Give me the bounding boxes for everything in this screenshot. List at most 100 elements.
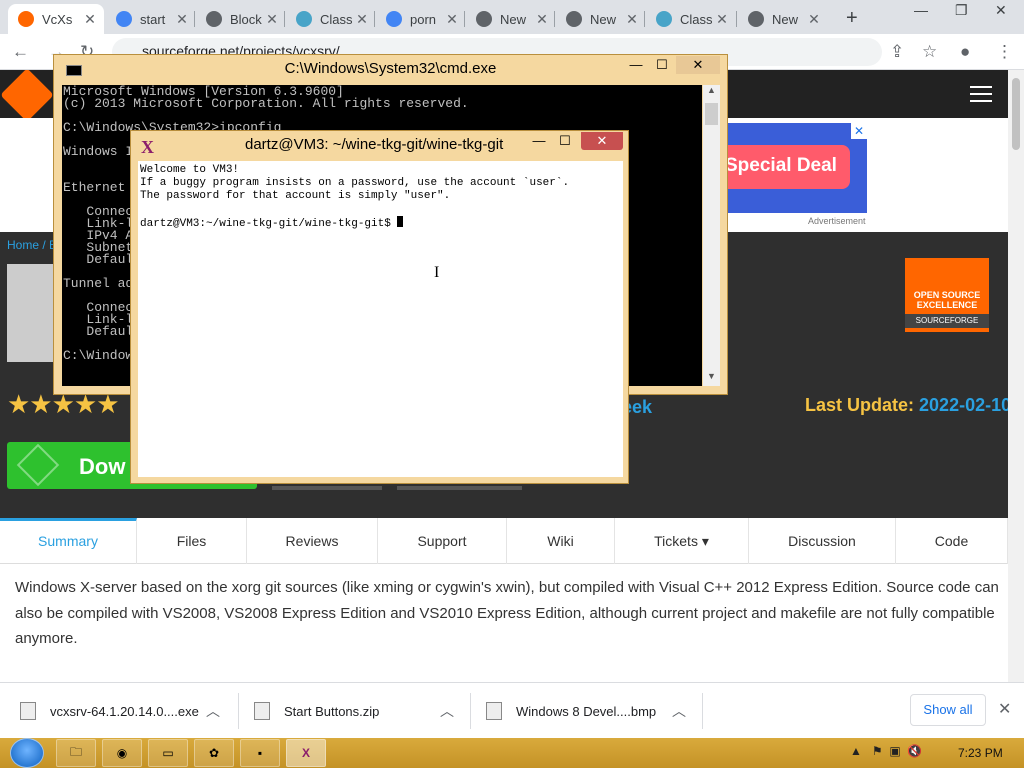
download-item[interactable]: vcxsrv-64.1.20.14.0....exe ︿ xyxy=(20,683,220,739)
browser-tab[interactable]: VcXs ✕ xyxy=(8,4,104,34)
system-tray: ▲ ⚑ ▣ 🔇 xyxy=(850,744,922,758)
divider xyxy=(470,693,471,729)
badge-line2: EXCELLENCE xyxy=(916,300,978,310)
terminal-output[interactable]: Welcome to VM3! If a buggy program insist… xyxy=(138,161,623,477)
browser-tab[interactable]: Class ✕ xyxy=(646,4,736,34)
tab-favicon-icon xyxy=(386,11,402,27)
tab-close-icon[interactable]: ✕ xyxy=(624,11,640,28)
ad-close-icon[interactable]: ✕ xyxy=(851,123,867,139)
chrome-icon[interactable]: ◉ xyxy=(102,739,142,767)
xterm-window[interactable]: X dartz@VM3: ~/wine-tkg-git/wine-tkg-git… xyxy=(130,130,629,484)
close-icon[interactable]: ✕ xyxy=(998,699,1011,719)
tab-favicon-icon xyxy=(748,11,764,27)
project-tab[interactable]: Discussion xyxy=(749,518,896,564)
ad-label: Advertisement xyxy=(808,216,866,226)
project-tab[interactable]: Summary xyxy=(0,518,137,564)
tab-title: start xyxy=(140,11,166,27)
volume-muted-icon[interactable]: 🔇 xyxy=(907,744,922,758)
menu-kebab-icon[interactable]: ⋮ xyxy=(996,42,1013,62)
close-icon[interactable]: ✕ xyxy=(995,2,1007,19)
scrollbar-thumb[interactable] xyxy=(705,103,718,125)
downloads-bar: vcxsrv-64.1.20.14.0....exe ︿ Start Butto… xyxy=(0,682,1024,738)
tab-close-icon[interactable]: ✕ xyxy=(714,11,730,28)
ad-button[interactable]: Special Deal xyxy=(725,145,850,189)
tab-title: porn xyxy=(410,11,437,27)
close-icon[interactable]: ✕ xyxy=(676,56,720,74)
back-icon[interactable]: ← xyxy=(12,42,29,62)
tab-close-icon[interactable]: ✕ xyxy=(534,11,550,28)
cmd-icon[interactable]: ▪ xyxy=(240,739,280,767)
share-icon[interactable]: ⇪ xyxy=(890,42,904,62)
zip-file-icon xyxy=(254,702,270,720)
new-tab-button[interactable]: + xyxy=(846,7,858,30)
chevron-up-icon[interactable]: ︿ xyxy=(440,701,454,721)
maximize-icon[interactable]: ❐ xyxy=(955,2,968,19)
browser-tab[interactable]: Block ✕ xyxy=(196,4,286,34)
maximize-icon[interactable]: ☐ xyxy=(553,132,577,150)
tab-close-icon[interactable]: ✕ xyxy=(444,11,460,28)
tab-title: Block xyxy=(230,11,262,27)
chevron-up-icon[interactable]: ︿ xyxy=(206,701,220,721)
profile-icon[interactable]: ● xyxy=(960,42,970,62)
close-icon[interactable]: ✕ xyxy=(581,132,623,150)
download-item-name: vcxsrv-64.1.20.14.0....exe xyxy=(50,703,199,719)
scroll-up-icon[interactable]: ▲ xyxy=(703,85,720,100)
tab-close-icon[interactable]: ✕ xyxy=(354,11,370,28)
clock[interactable]: 7:23 PM xyxy=(958,746,1003,760)
start-button[interactable] xyxy=(10,738,44,768)
secondary-button[interactable] xyxy=(272,486,382,490)
project-tab[interactable]: Code xyxy=(896,518,1008,564)
hamburger-menu-icon[interactable] xyxy=(970,86,992,102)
cmd-scrollbar[interactable]: ▲ ▼ xyxy=(703,85,720,386)
secondary-button[interactable] xyxy=(397,486,522,490)
minimize-icon[interactable]: — xyxy=(624,56,648,74)
advertisement[interactable]: Special Deal ✕ xyxy=(725,123,867,213)
project-tab[interactable]: Support xyxy=(378,518,507,564)
browser-tab[interactable]: New ✕ xyxy=(466,4,556,34)
scroll-down-icon[interactable]: ▼ xyxy=(703,371,720,386)
show-all-button[interactable]: Show all xyxy=(910,694,986,726)
text-cursor-icon: I xyxy=(434,264,440,281)
browser-tab[interactable]: New ✕ xyxy=(738,4,828,34)
open-source-excellence-badge: OPEN SOURCE EXCELLENCE SOURCEFORGE xyxy=(905,258,989,332)
scrollbar-thumb[interactable] xyxy=(1012,78,1020,150)
project-tab[interactable]: Reviews xyxy=(247,518,378,564)
paint-icon[interactable]: ✿ xyxy=(194,739,234,767)
exe-file-icon xyxy=(20,702,36,720)
maximize-icon[interactable]: ☐ xyxy=(650,56,674,74)
sourceforge-logo-icon[interactable] xyxy=(0,70,54,122)
page-scrollbar[interactable] xyxy=(1008,70,1024,682)
tab-close-icon[interactable]: ✕ xyxy=(82,11,98,28)
minimize-icon[interactable]: — xyxy=(527,132,551,150)
browser-tab[interactable]: New ✕ xyxy=(556,4,646,34)
prompt-text: dartz@VM3:~/wine-tkg-git/wine-tkg-git$ xyxy=(140,218,398,230)
project-tab[interactable]: Wiki xyxy=(507,518,615,564)
minimize-icon[interactable]: — xyxy=(914,2,928,18)
download-item[interactable]: Start Buttons.zip ︿ xyxy=(254,683,454,739)
file-explorer-icon[interactable]: 🗀 xyxy=(56,739,96,767)
tab-close-icon[interactable]: ✕ xyxy=(806,11,822,28)
download-item[interactable]: Windows 8 Devel....bmp ︿ xyxy=(486,683,686,739)
tab-close-icon[interactable]: ✕ xyxy=(174,11,190,28)
chevron-up-icon[interactable]: ︿ xyxy=(672,701,686,721)
project-tab[interactable]: Files xyxy=(137,518,247,564)
console-line: (c) 2013 Microsoft Corporation. All righ… xyxy=(63,96,469,111)
xterm-icon[interactable]: X xyxy=(286,739,326,767)
tray-chevron-icon[interactable]: ▲ xyxy=(850,744,862,758)
breadcrumb[interactable]: Home / B xyxy=(7,238,57,252)
tab-close-icon[interactable]: ✕ xyxy=(264,11,280,28)
tab-separator xyxy=(644,11,645,27)
browser-tab[interactable]: Class ✕ xyxy=(286,4,376,34)
project-screenshot[interactable] xyxy=(7,264,57,362)
tab-favicon-icon xyxy=(476,11,492,27)
network-icon[interactable]: ⚑ xyxy=(872,744,883,758)
badge-line1: OPEN SOURCE xyxy=(913,290,981,300)
browser-tab[interactable]: start ✕ xyxy=(106,4,196,34)
bookmark-star-icon[interactable]: ☆ xyxy=(922,42,937,62)
app-window-icon[interactable]: ▭ xyxy=(148,739,188,767)
cmd-window-icon[interactable] xyxy=(66,65,82,76)
browser-tab[interactable]: porn ✕ xyxy=(376,4,466,34)
project-tab[interactable]: Tickets ▾ xyxy=(615,518,749,564)
last-update: Last Update: 2022-02-10 xyxy=(805,395,1008,416)
action-center-icon[interactable]: ▣ xyxy=(889,744,900,758)
